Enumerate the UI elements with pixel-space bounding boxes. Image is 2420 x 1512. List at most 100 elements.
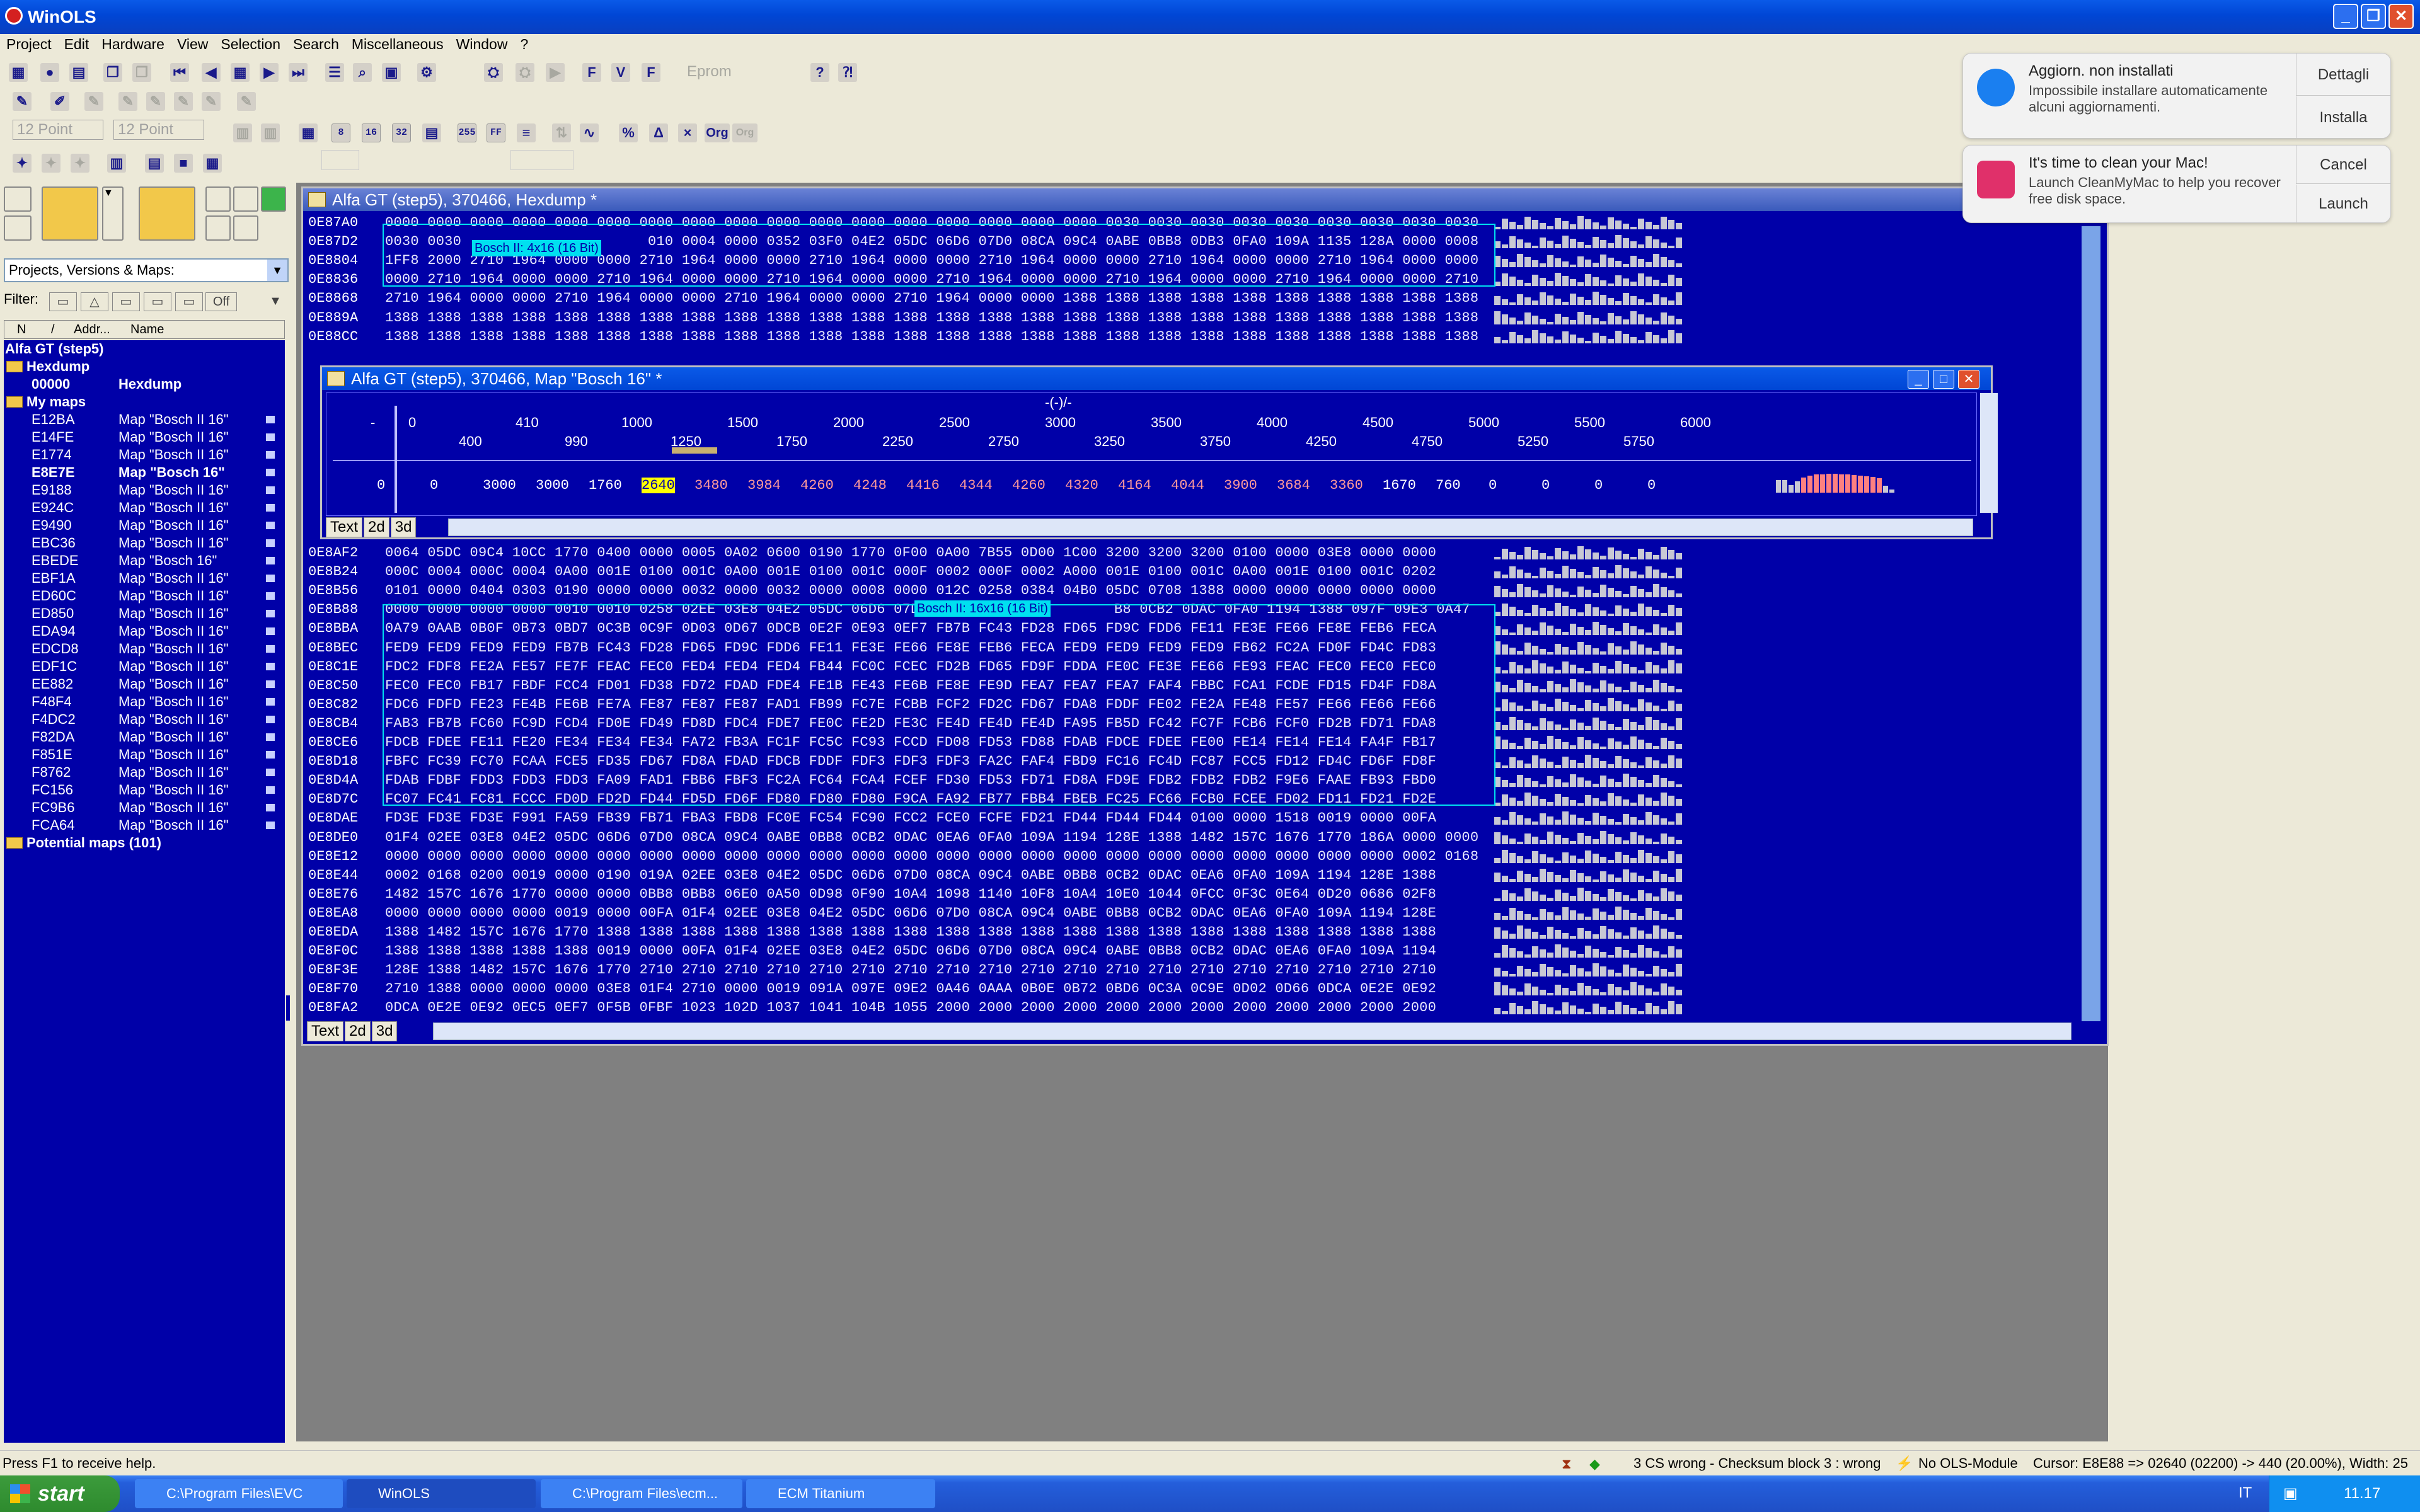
start-button[interactable]: start: [0, 1475, 120, 1512]
hex-row[interactable]: 0101 0000 0404 0303 0190 0000 0000 0032 …: [385, 583, 1436, 598]
tool-c-icon[interactable]: ✦: [71, 154, 89, 173]
map-value-cell[interactable]: 1760: [589, 478, 622, 493]
grid-icon[interactable]: ▦: [231, 63, 250, 82]
menu-project[interactable]: Project: [0, 34, 58, 55]
version-icon-5[interactable]: [233, 215, 258, 241]
hex-row[interactable]: 0000 0000 0000 0000 0019 0000 00FA 01F4 …: [385, 905, 1436, 921]
tool-g-icon[interactable]: ▦: [203, 154, 222, 173]
tree-map-item[interactable]: E8E7E Map "Bosch 16": [4, 464, 285, 481]
menu-edit[interactable]: Edit: [58, 34, 96, 55]
install-button[interactable]: Installa: [2296, 96, 2390, 139]
tree-map-item[interactable]: FC9B6 Map "Bosch II 16": [4, 799, 285, 816]
map-value-cell[interactable]: 2640: [642, 478, 675, 493]
task-ecm-titanium[interactable]: ECM Titanium: [746, 1479, 935, 1508]
menu-miscellaneous[interactable]: Miscellaneous: [345, 34, 450, 55]
network-icon[interactable]: ▣: [2283, 1475, 2298, 1512]
task-winols[interactable]: WinOLS: [347, 1479, 536, 1508]
map-value-cell[interactable]: 4248: [853, 478, 887, 493]
tree-map-item[interactable]: F851E Map "Bosch II 16": [4, 746, 285, 764]
map-value-cell[interactable]: 0: [430, 478, 438, 493]
hex-row[interactable]: FD3E FD3E FD3E F991 FA59 FB39 FB71 FBA3 …: [385, 810, 1436, 826]
filter-btn-4[interactable]: ▭: [144, 292, 171, 311]
map-value-cell[interactable]: 3000: [536, 478, 569, 493]
tree-map-item[interactable]: EBF1A Map "Bosch II 16": [4, 570, 285, 587]
menu-window[interactable]: Window: [450, 34, 514, 55]
tree-map-item[interactable]: E9490 Map "Bosch II 16": [4, 517, 285, 534]
hex-row[interactable]: 1388 1388 1388 1388 1388 0019 0000 00FA …: [385, 943, 1436, 959]
map-value-cell[interactable]: 3360: [1330, 478, 1363, 493]
original-diff-button[interactable]: Org: [732, 123, 758, 142]
filter-btn-5[interactable]: ▭: [175, 292, 203, 311]
map-tab-3d[interactable]: 3d: [390, 517, 417, 537]
col-addr[interactable]: Addr...: [74, 321, 110, 338]
last-icon[interactable]: ⏭: [289, 63, 308, 82]
menu-help[interactable]: ?: [514, 34, 534, 55]
help-icon[interactable]: ?: [810, 63, 829, 82]
first-icon[interactable]: ⏮: [170, 63, 189, 82]
menu-selection[interactable]: Selection: [214, 34, 287, 55]
filter-icon[interactable]: F: [642, 63, 660, 82]
tree-potential-maps[interactable]: Potential maps (101): [4, 834, 285, 852]
map-label-16x16[interactable]: Bosch II: 16x16 (16 Bit): [914, 600, 1051, 617]
context-help-icon[interactable]: ⁈: [838, 63, 857, 82]
tree-map-item[interactable]: E1774 Map "Bosch II 16": [4, 446, 285, 464]
pen3-icon[interactable]: ✎: [146, 92, 165, 111]
notification-updates[interactable]: Aggiorn. non installati Impossibile inst…: [1962, 53, 2391, 139]
hex-row[interactable]: 0DCA 0E2E 0E92 0EC5 0EF7 0F5B 0FBF 1023 …: [385, 1000, 1436, 1016]
save-icon[interactable]: ●: [40, 63, 59, 82]
paste-icon[interactable]: ❐: [132, 63, 151, 82]
spin-b[interactable]: [510, 150, 573, 170]
tree-map-item[interactable]: E12BA Map "Bosch II 16": [4, 411, 285, 428]
hex-row[interactable]: 1388 1388 1388 1388 1388 1388 1388 1388 …: [385, 329, 1478, 345]
tree-map-item[interactable]: EDA94 Map "Bosch II 16": [4, 622, 285, 640]
notification-cleanmymac[interactable]: It's time to clean your Mac! Launch Clea…: [1962, 145, 2391, 223]
hex-row[interactable]: 1388 1388 1388 1388 1388 1388 1388 1388 …: [385, 310, 1478, 326]
map-value-cell[interactable]: 3684: [1277, 478, 1310, 493]
filter-btn-2[interactable]: △: [81, 292, 108, 311]
map-value-cell[interactable]: 3984: [747, 478, 781, 493]
map-value-cell[interactable]: 4344: [959, 478, 993, 493]
hex-ff-button[interactable]: FF: [487, 123, 505, 142]
map-value-cell[interactable]: 3000: [483, 478, 516, 493]
map-close-button[interactable]: ✕: [1958, 370, 1979, 389]
upload-icon[interactable]: ⛭: [516, 63, 534, 82]
map-horizontal-scrollbar[interactable]: [448, 518, 1973, 536]
tool-a-icon[interactable]: ✦: [13, 154, 32, 173]
hex-row[interactable]: 2710 1388 0000 0000 0000 03E8 01F4 2710 …: [385, 981, 1436, 997]
map-value-cell[interactable]: 4260: [1012, 478, 1046, 493]
tree-map-item[interactable]: ED850 Map "Bosch II 16": [4, 605, 285, 622]
font-size-combo-1[interactable]: 12 Point: [13, 120, 103, 140]
open-project-icon[interactable]: ▦: [9, 63, 28, 82]
wave-icon[interactable]: ∿: [580, 123, 599, 142]
tree-map-item[interactable]: F48F4 Map "Bosch II 16": [4, 693, 285, 711]
print-icon[interactable]: ▤: [69, 63, 88, 82]
pen1-icon[interactable]: ✎: [84, 92, 103, 111]
tree-map-item[interactable]: FCA64 Map "Bosch II 16": [4, 816, 285, 834]
tools-icon[interactable]: ⚙: [417, 63, 436, 82]
details-button[interactable]: Dettagli: [2296, 54, 2390, 96]
tree-map-item[interactable]: EDF1C Map "Bosch II 16": [4, 658, 285, 675]
tool-b-icon[interactable]: ✦: [42, 154, 60, 173]
tree-map-item[interactable]: ED60C Map "Bosch II 16": [4, 587, 285, 605]
zoom-icon[interactable]: ⌕: [353, 63, 372, 82]
text-view-icon[interactable]: ☰: [325, 63, 344, 82]
eraser-icon[interactable]: ✎: [13, 92, 32, 111]
map-value-cell[interactable]: 0: [1647, 478, 1656, 493]
tool-d-icon[interactable]: ▥: [107, 154, 126, 173]
dec-255-button[interactable]: 255: [458, 123, 476, 142]
tree-map-item[interactable]: EBC36 Map "Bosch II 16": [4, 534, 285, 552]
map-value-cell[interactable]: 760: [1436, 478, 1461, 493]
map-value-cell[interactable]: 0: [377, 478, 385, 493]
ecu-icon[interactable]: ⛭: [484, 63, 503, 82]
tree-map-item[interactable]: EDCD8 Map "Bosch II 16": [4, 640, 285, 658]
menu-search[interactable]: Search: [287, 34, 345, 55]
map-label-4x16[interactable]: Bosch II: 4x16 (16 Bit): [472, 240, 601, 256]
filter-off-button[interactable]: Off: [205, 292, 237, 311]
open-dropdown-icon[interactable]: ▼: [102, 186, 124, 241]
menu-view[interactable]: View: [171, 34, 214, 55]
font-icon-1[interactable]: ▥: [233, 123, 252, 142]
tree-hexdump-folder[interactable]: Hexdump: [4, 358, 285, 375]
spin-a[interactable]: [321, 150, 359, 170]
map-vertical-scrollbar[interactable]: [1980, 393, 1998, 513]
import-folder-icon[interactable]: [139, 186, 195, 241]
